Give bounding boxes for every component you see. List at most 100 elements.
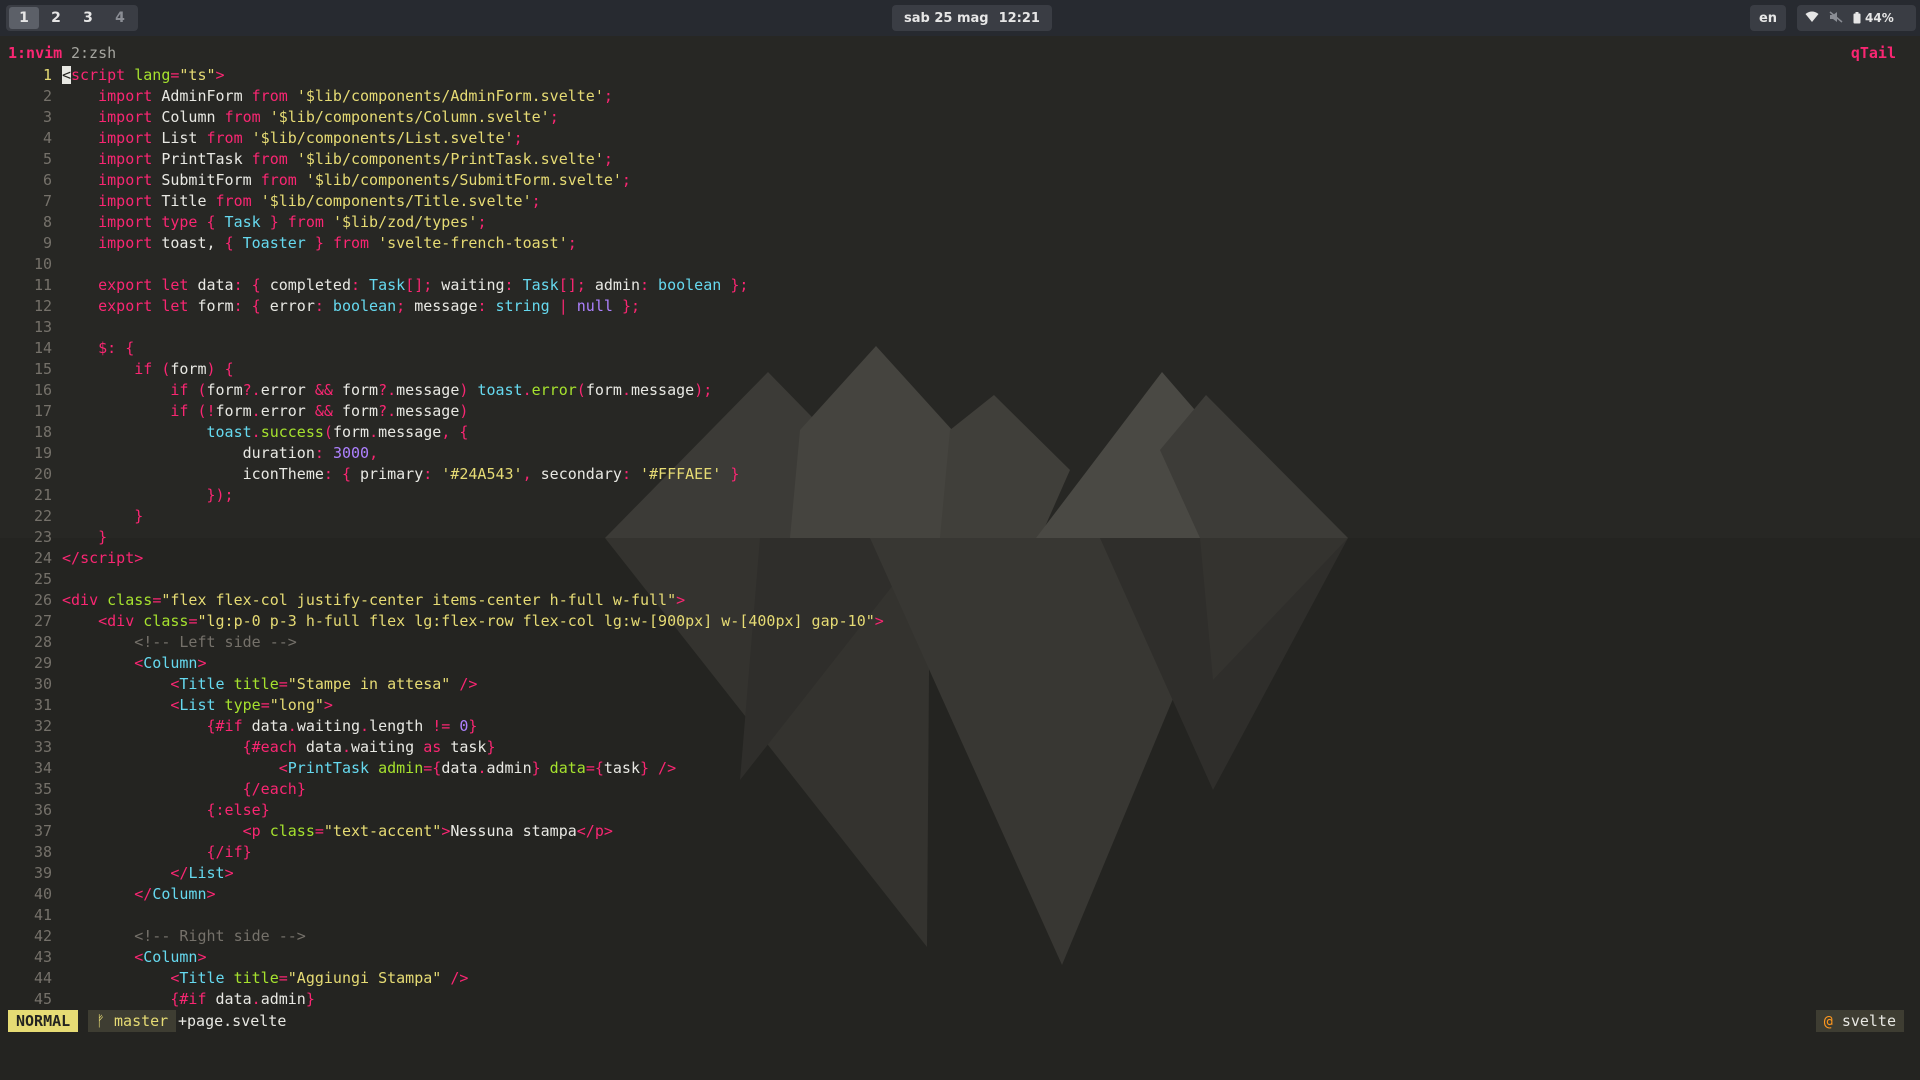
code-text: {:else} — [62, 800, 270, 821]
code-line[interactable]: 6 import SubmitForm from '$lib/component… — [0, 170, 1920, 191]
workspace-1-button[interactable]: 1 — [9, 7, 39, 29]
code-token: ?. — [378, 402, 397, 420]
code-token: > — [215, 66, 225, 84]
workspace-3-button[interactable]: 3 — [73, 7, 103, 29]
volume-muted-icon[interactable] — [1829, 10, 1843, 26]
code-token: message — [630, 381, 695, 399]
code-token: } — [640, 759, 650, 777]
code-line[interactable]: 4 import List from '$lib/components/List… — [0, 128, 1920, 149]
code-line[interactable]: 26 <div class="flex flex-col justify-cent… — [0, 590, 1920, 611]
code-line[interactable]: 20 iconTheme: { primary: '#24A543', seco… — [0, 464, 1920, 485]
code-token: && — [314, 381, 333, 399]
code-line[interactable]: 1 <script lang="ts"> — [0, 65, 1920, 86]
code-line[interactable]: 21 }); — [0, 485, 1920, 506]
code-line[interactable]: 12 export let form: { error: boolean; me… — [0, 296, 1920, 317]
code-line[interactable]: 32 {#if data.waiting.length != 0} — [0, 716, 1920, 737]
clock-widget[interactable]: sab 25 mag 12:21 — [892, 5, 1052, 31]
code-line[interactable]: 3 import Column from '$lib/components/Co… — [0, 107, 1920, 128]
code-line[interactable]: 41 — [0, 905, 1920, 926]
code-token: { — [242, 738, 252, 756]
code-line[interactable]: 16 if (form?.error && form?.message) toa… — [0, 380, 1920, 401]
code-token: '$lib/components/List.svelte' — [251, 129, 514, 147]
code-line[interactable]: 23 } — [0, 527, 1920, 548]
code-token: form — [332, 402, 379, 420]
code-line[interactable]: 2 import AdminForm from '$lib/components… — [0, 86, 1920, 107]
code-line[interactable]: 37 <p class="text-accent">Nessuna stampa… — [0, 821, 1920, 842]
code-line[interactable]: 24 </script> — [0, 548, 1920, 569]
line-number: 2 — [42, 87, 52, 105]
code-line[interactable]: 31 <List type="long"> — [0, 695, 1920, 716]
code-text: import Column from '$lib/components/Colu… — [62, 107, 559, 128]
code-line[interactable]: 8 import type { Task } from '$lib/zod/ty… — [0, 212, 1920, 233]
code-token: boolean — [323, 297, 397, 315]
code-line[interactable]: 22 } — [0, 506, 1920, 527]
code-token: = — [278, 675, 288, 693]
code-line[interactable]: 5 import PrintTask from '$lib/components… — [0, 149, 1920, 170]
code-line[interactable]: 11 export let data: { completed: Task[];… — [0, 275, 1920, 296]
code-line[interactable]: 19 duration: 3000, — [0, 443, 1920, 464]
code-text: <Column> — [62, 947, 206, 968]
code-token: Nessuna stampa — [450, 822, 577, 840]
code-line[interactable]: 27 <div class="lg:p-0 p-3 h-full flex lg… — [0, 611, 1920, 632]
code-editor[interactable]: 1 <script lang="ts"> 2 import AdminForm fr… — [0, 65, 1920, 1010]
code-token: []; — [558, 276, 586, 294]
code-token: < — [242, 822, 252, 840]
line-number: 43 — [33, 948, 52, 966]
code-token: title — [224, 969, 279, 987]
code-token: Toaster — [233, 234, 315, 252]
code-token: > — [134, 549, 144, 567]
code-text: import Title from '$lib/components/Title… — [62, 191, 541, 212]
code-text: duration: 3000, — [62, 443, 378, 464]
code-token: #if — [215, 717, 243, 735]
code-line[interactable]: 28 <!-- Left side --> — [0, 632, 1920, 653]
code-token: if — [170, 381, 189, 399]
tmux-window-nvim[interactable]: 1:nvim — [8, 43, 62, 63]
code-line[interactable]: 39 </List> — [0, 863, 1920, 884]
wifi-icon[interactable] — [1805, 11, 1819, 26]
code-text: import SubmitForm from '$lib/components/… — [62, 170, 631, 191]
code-line[interactable]: 40 </Column> — [0, 884, 1920, 905]
code-line[interactable]: 43 <Column> — [0, 947, 1920, 968]
code-line[interactable]: 13 — [0, 317, 1920, 338]
code-line[interactable]: 34 <PrintTask admin={data.admin} data={t… — [0, 758, 1920, 779]
code-text: <Title title="Stampe in attesa" /> — [62, 674, 477, 695]
code-line[interactable]: 30 <Title title="Stampe in attesa" /> — [0, 674, 1920, 695]
tmux-window-zsh[interactable]: 2:zsh — [71, 43, 116, 63]
code-line[interactable]: 29 <Column> — [0, 653, 1920, 674]
time-text: 12:21 — [998, 10, 1040, 26]
battery-indicator[interactable]: 44% — [1853, 11, 1894, 25]
code-line[interactable]: 35 {/each} — [0, 779, 1920, 800]
code-line[interactable]: 10 — [0, 254, 1920, 275]
code-line[interactable]: 9 import toast, { Toaster } from 'svelte… — [0, 233, 1920, 254]
code-line[interactable]: 18 toast.success(form.message, { — [0, 422, 1920, 443]
code-line[interactable]: 45 {#if data.admin} — [0, 989, 1920, 1010]
keyboard-layout-indicator[interactable]: en — [1750, 5, 1786, 31]
code-token: Column — [143, 948, 198, 966]
code-line[interactable]: 15 if (form) { — [0, 359, 1920, 380]
code-line[interactable]: 44 <Title title="Aggiungi Stampa" /> — [0, 968, 1920, 989]
code-line[interactable]: 42 <!-- Right side --> — [0, 926, 1920, 947]
code-line[interactable]: 25 — [0, 569, 1920, 590]
code-line[interactable]: 14 $: { — [0, 338, 1920, 359]
code-text: <p class="text-accent">Nessuna stampa</p… — [62, 821, 613, 842]
code-line[interactable]: 7 import Title from '$lib/components/Tit… — [0, 191, 1920, 212]
code-token: form — [188, 297, 234, 315]
code-line[interactable]: 38 {/if} — [0, 842, 1920, 863]
code-token: data — [540, 759, 586, 777]
line-number: 40 — [33, 885, 52, 903]
code-token: data — [296, 738, 342, 756]
code-line[interactable]: 17 if (!form.error && form?.message) — [0, 401, 1920, 422]
code-token: { — [242, 780, 252, 798]
line-number: 35 — [33, 780, 52, 798]
code-token: from — [260, 171, 297, 189]
code-text: import List from '$lib/components/List.s… — [62, 128, 522, 149]
code-line[interactable]: 36 {:else} — [0, 800, 1920, 821]
mode-indicator: NORMAL — [8, 1010, 79, 1032]
workspace-4-button[interactable]: 4 — [105, 7, 135, 29]
code-line[interactable]: 33 {#each data.waiting as task} — [0, 737, 1920, 758]
workspace-2-button[interactable]: 2 — [41, 7, 71, 29]
code-token: { — [206, 717, 216, 735]
